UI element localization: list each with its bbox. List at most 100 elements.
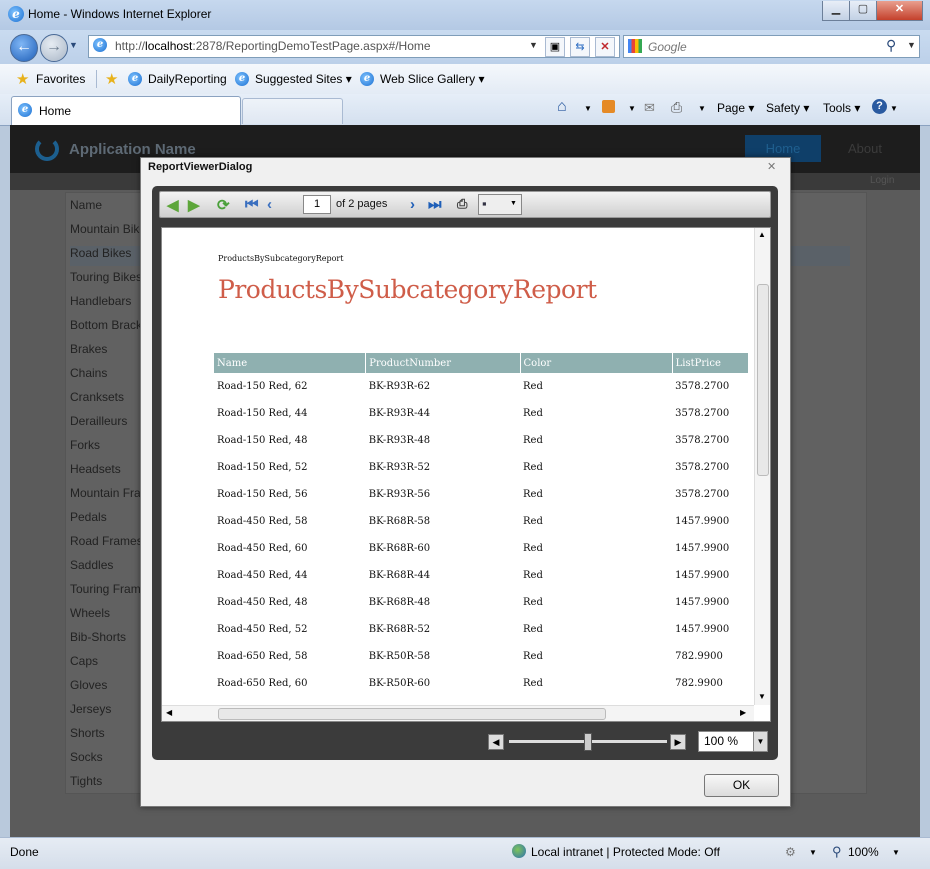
list-item[interactable]: Chains: [70, 366, 150, 386]
vertical-scrollbar[interactable]: ▲ ▼: [754, 228, 770, 705]
url-host: localhost: [145, 39, 193, 53]
forward-icon[interactable]: ▶: [188, 196, 200, 214]
print-dropdown-icon[interactable]: ▼: [698, 104, 706, 113]
column-header: Name: [214, 353, 367, 373]
list-item[interactable]: Touring Frames: [70, 582, 150, 602]
dialog-close-icon[interactable]: ✕: [767, 160, 776, 173]
mail-icon[interactable]: ✉: [644, 100, 655, 116]
protected-mode-icon[interactable]: ⚙: [785, 845, 796, 859]
home-dropdown-icon[interactable]: ▼: [584, 104, 592, 113]
add-favorites-icon[interactable]: ★: [105, 70, 118, 88]
vertical-scroll-thumb[interactable]: [757, 284, 769, 476]
address-dropdown-icon[interactable]: ▼: [529, 40, 538, 50]
zoom-in-button[interactable]: ▶: [670, 734, 686, 750]
back-icon[interactable]: ◀: [167, 196, 179, 214]
list-item[interactable]: Socks: [70, 750, 150, 770]
previous-page-icon[interactable]: ‹: [267, 196, 272, 213]
ok-button[interactable]: OK: [704, 774, 779, 797]
list-item[interactable]: Headsets: [70, 462, 150, 482]
nav-about-link[interactable]: About: [848, 141, 882, 156]
print-report-icon[interactable]: ⎙: [457, 196, 467, 212]
address-bar[interactable]: e http://localhost:2878/ReportingDemoTes…: [88, 35, 620, 58]
zoom-slider-thumb[interactable]: [584, 733, 592, 751]
zoom-out-button[interactable]: ◀: [488, 734, 504, 750]
list-item[interactable]: Derailleurs: [70, 414, 150, 434]
horizontal-scrollbar[interactable]: ◀ ▶: [162, 705, 754, 721]
list-item[interactable]: Tights: [70, 774, 150, 794]
page-number-input[interactable]: 1: [303, 195, 331, 214]
list-item[interactable]: Jerseys: [70, 702, 150, 722]
table-cell: 3578.2700: [675, 462, 730, 473]
list-item[interactable]: Bottom Brackets: [70, 318, 150, 338]
list-item[interactable]: Mountain Frames: [70, 486, 150, 506]
last-page-icon[interactable]: ⏭: [428, 196, 442, 213]
list-item[interactable]: Handlebars: [70, 294, 150, 314]
list-item[interactable]: Gloves: [70, 678, 150, 698]
help-dropdown-icon[interactable]: ▼: [890, 104, 898, 113]
print-icon[interactable]: ⎙: [671, 99, 682, 116]
help-icon[interactable]: ?: [872, 99, 887, 114]
new-tab-button[interactable]: [242, 98, 343, 124]
tools-menu[interactable]: Tools ▾: [823, 101, 860, 115]
scroll-up-icon[interactable]: ▲: [758, 230, 766, 239]
back-button[interactable]: ←: [10, 34, 38, 62]
minimize-button[interactable]: ▁: [822, 1, 850, 21]
refresh-icon[interactable]: ⇆: [570, 37, 590, 57]
page-menu[interactable]: Page ▾: [717, 101, 754, 115]
rss-feed-icon[interactable]: [602, 100, 615, 113]
list-item[interactable]: Touring Bikes: [70, 270, 150, 290]
scroll-right-icon[interactable]: ▶: [740, 708, 746, 717]
addon-dropdown-icon[interactable]: ▼: [809, 848, 817, 857]
maximize-button[interactable]: ▢: [849, 1, 877, 21]
list-item[interactable]: Mountain Bikes: [70, 222, 150, 242]
next-page-icon[interactable]: ›: [410, 196, 415, 213]
list-item[interactable]: Brakes: [70, 342, 150, 362]
fav-suggested-sites[interactable]: Suggested Sites ▾: [255, 72, 352, 86]
forward-button[interactable]: →: [40, 34, 68, 62]
horizontal-scroll-thumb[interactable]: [218, 708, 606, 720]
table-cell: BK-R93R-62: [368, 381, 431, 392]
list-item[interactable]: Forks: [70, 438, 150, 458]
list-header: Name: [70, 198, 103, 212]
home-icon[interactable]: ⌂: [557, 98, 567, 116]
feed-dropdown-icon[interactable]: ▼: [628, 104, 636, 113]
table-row: Road-650 Red, 58 BK-R50R-58 Red 782.9900: [214, 643, 749, 670]
scroll-left-icon[interactable]: ◀: [166, 708, 172, 717]
fav-web-slice-gallery[interactable]: Web Slice Gallery ▾: [380, 72, 485, 86]
list-item[interactable]: Road Frames: [70, 534, 150, 554]
table-cell: 1457.9900: [675, 624, 730, 635]
close-window-button[interactable]: ✕: [876, 1, 923, 21]
zoom-level[interactable]: 100%: [848, 845, 879, 859]
tab-home[interactable]: e Home: [11, 96, 241, 125]
favorites-button[interactable]: Favorites: [36, 72, 85, 86]
search-input[interactable]: Google ⚲ ▼: [623, 35, 920, 58]
list-item[interactable]: Bib-Shorts: [70, 630, 150, 650]
stop-icon[interactable]: ✕: [595, 37, 615, 57]
zoom-level-dropdown-icon[interactable]: ▼: [892, 848, 900, 857]
list-item[interactable]: Saddles: [70, 558, 150, 578]
favorites-bar: ★ Favorites ★ e DailyReporting e Suggest…: [0, 64, 930, 95]
security-zone-text[interactable]: Local intranet | Protected Mode: Off: [531, 845, 720, 859]
export-dropdown[interactable]: ▪ ▼: [478, 194, 522, 215]
list-item[interactable]: Cranksets: [70, 390, 150, 410]
list-item[interactable]: Pedals: [70, 510, 150, 530]
list-item[interactable]: Wheels: [70, 606, 150, 626]
recent-pages-dropdown-icon[interactable]: ▼: [69, 40, 78, 50]
search-icon[interactable]: ⚲: [886, 37, 896, 54]
list-item[interactable]: Shorts: [70, 726, 150, 746]
login-link[interactable]: Login: [870, 175, 894, 186]
refresh-report-icon[interactable]: ⟳: [217, 196, 230, 214]
compatibility-view-icon[interactable]: ▣: [545, 37, 565, 57]
search-dropdown-icon[interactable]: ▼: [907, 40, 916, 50]
table-cell: BK-R68R-44: [368, 570, 431, 581]
table-cell: Red: [523, 462, 543, 473]
url-text: http://localhost:2878/ReportingDemoTestP…: [115, 39, 431, 53]
status-text: Done: [10, 845, 39, 859]
zoom-select[interactable]: 100 % ▼: [698, 731, 768, 752]
list-item[interactable]: Caps: [70, 654, 150, 674]
fav-dailyreporting[interactable]: DailyReporting: [148, 72, 227, 86]
first-page-icon[interactable]: ⏮: [245, 196, 259, 213]
safety-menu[interactable]: Safety ▾: [766, 101, 809, 115]
tab-page-icon: e: [18, 103, 32, 117]
scroll-down-icon[interactable]: ▼: [758, 692, 766, 701]
